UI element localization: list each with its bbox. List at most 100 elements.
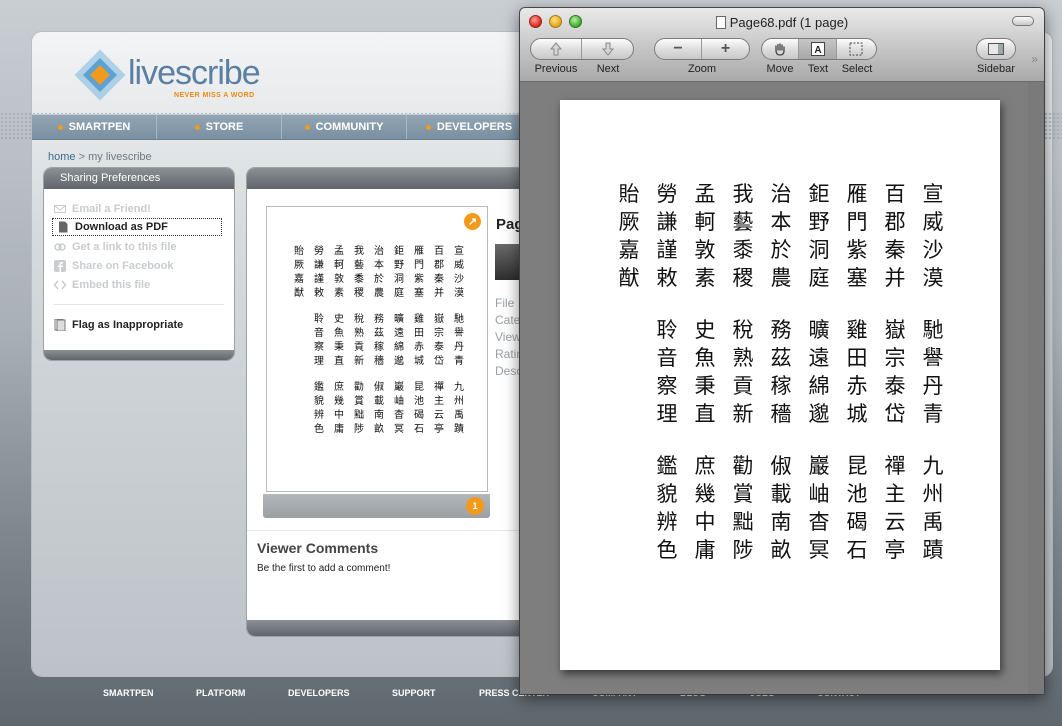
flag-inappropriate-link[interactable]: Flag as Inappropriate xyxy=(54,316,183,334)
handwriting-column: 治本於農 xyxy=(762,180,800,292)
handwriting-column: 九州禹蹟 xyxy=(449,381,469,437)
handwritten-character: 沙 xyxy=(922,238,944,262)
handwritten-character: 敕 xyxy=(656,266,678,290)
meta-description: Desc xyxy=(495,364,523,378)
handwritten-character: 穡 xyxy=(770,402,792,426)
handwritten-character: 俶 xyxy=(770,454,792,478)
handwritten-character: 洞 xyxy=(808,238,830,262)
sidebar-button[interactable] xyxy=(976,38,1016,60)
handwriting-block: 宣威沙漠百郡秦并雁門紫塞鉅野洞庭治本於農我藝黍稷孟軻敦素勞謙謹敕貽厥嘉猷 xyxy=(289,245,469,301)
handwritten-character: 素 xyxy=(334,288,344,299)
document-thumbnail[interactable]: ↗ 宣威沙漠百郡秦并雁門紫塞鉅野洞庭治本於農我藝黍稷孟軻敦素勞謙謹敕貽厥嘉猷馳譽… xyxy=(266,206,488,492)
handwritten-character: 主 xyxy=(434,396,444,407)
handwriting-column: 禪主云亭 xyxy=(429,381,449,437)
handwritten-character: 禪 xyxy=(434,382,444,393)
pdf-page[interactable]: 宣威沙漠百郡秦并雁門紫塞鉅野洞庭治本於農我藝黍稷孟軻敦素勞謙謹敕貽厥嘉猷馳譽丹青… xyxy=(560,100,1000,670)
handwriting-column: 孟軻敦素 xyxy=(329,245,349,301)
handwritten-character: 鑑 xyxy=(656,454,678,478)
sidebar-icon xyxy=(988,43,1004,55)
handwritten-character: 郡 xyxy=(434,260,444,271)
facebook-icon xyxy=(54,260,66,272)
pdf-document-icon xyxy=(715,16,726,29)
document-panel-header xyxy=(247,168,537,189)
handwritten-character: 庸 xyxy=(694,538,716,562)
handwritten-character: 青 xyxy=(922,402,944,426)
handwritten-character: 穡 xyxy=(374,356,384,367)
page-count-badge[interactable]: 1 xyxy=(466,497,484,515)
handwritten-character: 遠 xyxy=(808,346,830,370)
handwritten-character: 亭 xyxy=(434,424,444,435)
handwriting-column: 雁門紫塞 xyxy=(838,180,876,292)
handwritten-character: 謙 xyxy=(314,260,324,271)
handwriting-column: 治本於農 xyxy=(369,245,389,301)
previous-label: Previous xyxy=(534,63,578,75)
zoom-in-button[interactable]: + xyxy=(702,39,749,59)
handwritten-character: 蹟 xyxy=(454,424,464,435)
handwritten-character: 岫 xyxy=(808,482,830,506)
handwritten-character: 禹 xyxy=(922,510,944,534)
handwritten-character: 勸 xyxy=(732,454,754,478)
zoom-out-button[interactable]: − xyxy=(655,39,703,59)
handwriting-column: 貽厥嘉猷 xyxy=(610,180,648,292)
handwritten-character: 綿 xyxy=(394,342,404,353)
nav-bullet-icon xyxy=(304,124,310,130)
handwritten-character: 秦 xyxy=(434,274,444,285)
handwriting-column: 百郡秦并 xyxy=(876,180,914,292)
handwritten-character: 敕 xyxy=(314,288,324,299)
handwritten-character: 邈 xyxy=(394,356,404,367)
next-page-button[interactable] xyxy=(582,39,633,59)
top-navigation: SMARTPEN STORE COMMUNITY DEVELOPERS xyxy=(32,114,532,140)
handwritten-character: 猷 xyxy=(618,266,640,290)
breadcrumb-home-link[interactable]: home xyxy=(48,151,76,163)
move-tool-button[interactable] xyxy=(762,39,800,59)
toolbar-toggle-button[interactable] xyxy=(1012,16,1034,26)
footer-link-smartpen[interactable]: SMARTPEN xyxy=(103,688,154,698)
nav-smartpen[interactable]: SMARTPEN xyxy=(32,115,157,139)
handwriting-column: 勞謙謹敕 xyxy=(648,180,686,292)
handwritten-character: 雞 xyxy=(414,314,424,325)
nav-community[interactable]: COMMUNITY xyxy=(282,115,407,139)
expand-arrow-icon[interactable]: ↗ xyxy=(464,213,481,230)
handwritten-character: 百 xyxy=(884,182,906,206)
handwritten-character: 冥 xyxy=(394,424,404,435)
handwritten-character: 熟 xyxy=(732,346,754,370)
handwritten-character: 熟 xyxy=(354,328,364,339)
get-link-option[interactable]: Get a link to this file xyxy=(54,238,177,256)
handwritten-character: 黍 xyxy=(732,238,754,262)
livescribe-logo[interactable]: livescribe NEVER MISS A WORD xyxy=(72,44,262,110)
email-friend-link[interactable]: Email a Friend! xyxy=(54,200,151,218)
nav-store[interactable]: STORE xyxy=(157,115,282,139)
embed-file-option[interactable]: Embed this file xyxy=(54,276,150,294)
handwritten-character: 紫 xyxy=(846,238,868,262)
handwritten-character: 赤 xyxy=(846,374,868,398)
handwritten-character: 厥 xyxy=(618,210,640,234)
handwritten-character: 城 xyxy=(414,356,424,367)
previous-page-button[interactable] xyxy=(531,39,583,59)
toolbar-overflow-icon[interactable]: » xyxy=(1031,52,1038,66)
handwritten-character: 鑑 xyxy=(314,382,324,393)
footer-link-platform[interactable]: PLATFORM xyxy=(196,688,245,698)
select-label: Select xyxy=(841,63,873,75)
handwritten-character: 宣 xyxy=(454,246,464,257)
handwritten-character: 稼 xyxy=(770,374,792,398)
handwritten-character: 蹟 xyxy=(922,538,944,562)
footer-link-developers[interactable]: DEVELOPERS xyxy=(288,688,350,698)
download-pdf-link[interactable]: Download as PDF xyxy=(52,218,222,236)
text-tool-button[interactable]: A xyxy=(799,39,837,59)
handwritten-character: 敦 xyxy=(694,238,716,262)
zoom-label: Zoom xyxy=(687,63,717,75)
handwritten-character: 謹 xyxy=(656,238,678,262)
nav-developers[interactable]: DEVELOPERS xyxy=(407,115,532,139)
handwritten-character: 藝 xyxy=(354,260,364,271)
handwritten-character: 賞 xyxy=(732,482,754,506)
vertical-scrollbar-track[interactable] xyxy=(1028,82,1044,694)
handwriting-column: 庶幾中庸 xyxy=(686,452,724,564)
breadcrumb-separator: > xyxy=(78,151,86,163)
text-select-icon: A xyxy=(810,42,825,56)
handwriting-column: 勸賞黜陟 xyxy=(349,381,369,437)
select-tool-button[interactable] xyxy=(837,39,876,59)
handwritten-character: 音 xyxy=(314,328,324,339)
handwritten-character: 務 xyxy=(374,314,384,325)
footer-link-support[interactable]: SUPPORT xyxy=(392,688,436,698)
share-facebook-option[interactable]: Share on Facebook xyxy=(54,257,173,275)
